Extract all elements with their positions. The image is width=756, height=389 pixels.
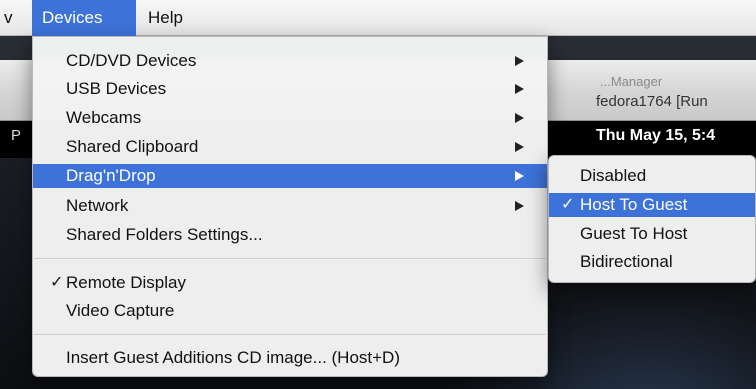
menu-item-cd-dvd-devices[interactable]: CD/DVD Devices xyxy=(33,49,547,73)
menu-devices[interactable]: Devices xyxy=(32,0,136,36)
dragndrop-submenu: Disabled ✓ Host To Guest Guest To Host B… xyxy=(548,155,756,283)
menu-item-label: Video Capture xyxy=(66,301,175,320)
menu-item-video-capture[interactable]: Video Capture xyxy=(33,299,547,323)
menu-item-label: Host To Guest xyxy=(580,195,688,214)
menu-item-drag-n-drop[interactable]: Drag'n'Drop xyxy=(33,164,547,188)
menu-view[interactable]: v xyxy=(0,0,23,36)
submenu-arrow-icon xyxy=(515,84,524,94)
menu-item-webcams[interactable]: Webcams xyxy=(33,106,547,130)
checkmark-icon: ✓ xyxy=(561,196,575,213)
guest-clock: Thu May 15, 5:4 xyxy=(596,127,716,144)
menu-item-label: CD/DVD Devices xyxy=(66,51,197,70)
submenu-item-guest-to-host[interactable]: Guest To Host xyxy=(549,222,755,246)
menu-item-label: Shared Clipboard xyxy=(66,137,199,156)
menu-item-insert-guest-additions[interactable]: Insert Guest Additions CD image... (Host… xyxy=(33,346,547,370)
checkmark-icon: ✓ xyxy=(50,274,64,291)
menu-item-label: Disabled xyxy=(580,166,647,185)
menu-item-shared-folders-settings[interactable]: Shared Folders Settings... xyxy=(33,223,547,247)
menu-item-usb-devices[interactable]: USB Devices xyxy=(33,77,547,101)
menu-separator xyxy=(34,334,546,335)
background-window-title: ...Manager xyxy=(600,74,663,89)
menu-item-label: Guest To Host xyxy=(580,224,688,243)
submenu-arrow-icon xyxy=(515,171,524,181)
menu-item-label: Shared Folders Settings... xyxy=(66,225,263,244)
vm-window-title: fedora1764 [Run xyxy=(596,93,708,110)
menu-item-label: Bidirectional xyxy=(580,252,673,271)
menu-item-label: Remote Display xyxy=(66,273,186,292)
guest-panel-label: P xyxy=(11,127,22,144)
menu-item-remote-display[interactable]: ✓ Remote Display xyxy=(33,271,547,295)
menu-item-label: Network xyxy=(66,196,129,215)
submenu-arrow-icon xyxy=(515,201,524,211)
menu-item-network[interactable]: Network xyxy=(33,194,547,218)
submenu-item-disabled[interactable]: Disabled xyxy=(549,164,755,188)
submenu-arrow-icon xyxy=(515,56,524,66)
submenu-arrow-icon xyxy=(515,142,524,152)
menu-separator xyxy=(34,258,546,259)
menu-item-label: Webcams xyxy=(66,108,142,127)
submenu-item-bidirectional[interactable]: Bidirectional xyxy=(549,250,755,274)
menu-item-label: USB Devices xyxy=(66,79,167,98)
devices-menu: CD/DVD Devices USB Devices Webcams Share… xyxy=(32,36,548,377)
menu-item-label: Insert Guest Additions CD image... (Host… xyxy=(66,348,400,367)
submenu-arrow-icon xyxy=(515,113,524,123)
menu-item-label: Drag'n'Drop xyxy=(66,166,156,185)
menu-item-shared-clipboard[interactable]: Shared Clipboard xyxy=(33,135,547,159)
menu-bar: v Devices Help xyxy=(0,0,756,36)
menu-help[interactable]: Help xyxy=(138,0,193,36)
submenu-item-host-to-guest[interactable]: ✓ Host To Guest xyxy=(549,193,755,217)
